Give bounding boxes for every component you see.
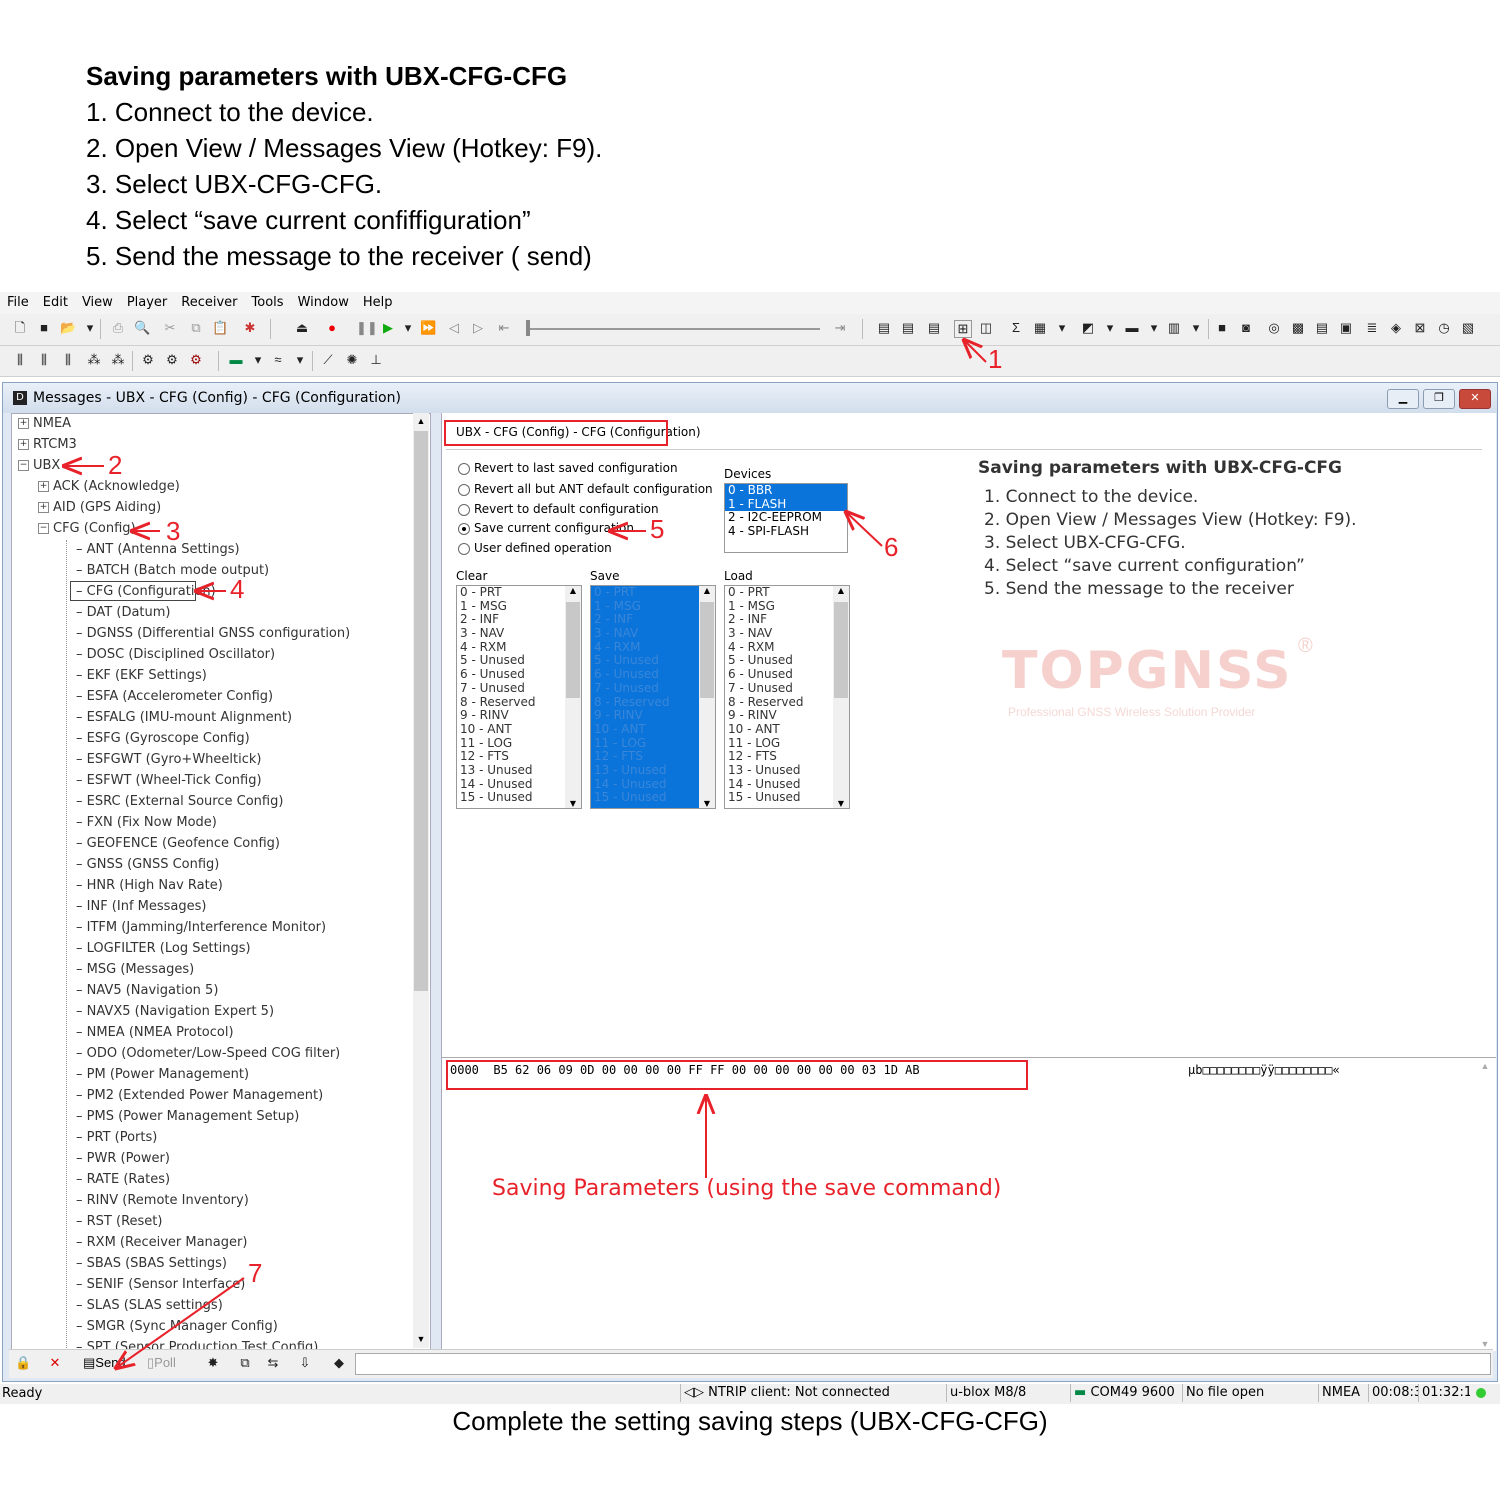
arrow-7 (116, 1277, 245, 1368)
arrow-6 (846, 512, 883, 547)
annotation-arrows (0, 0, 987, 1500)
arrow-1 (964, 340, 987, 363)
